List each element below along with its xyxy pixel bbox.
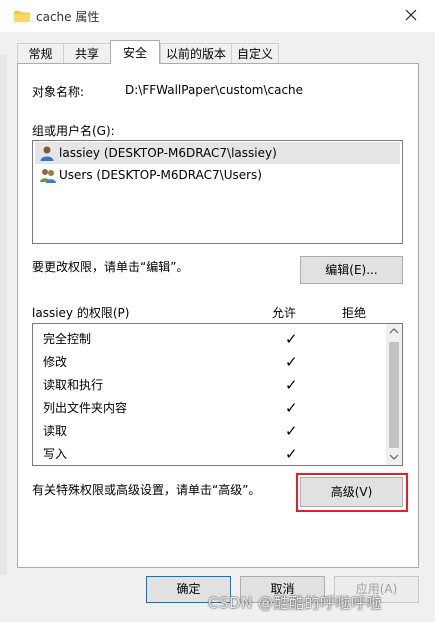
permission-name: 写入 bbox=[43, 447, 68, 461]
permission-row: 写入 ✓ bbox=[43, 443, 383, 465]
allow-check-icon: ✓ bbox=[285, 353, 298, 371]
advanced-hint: 有关特殊权限或高级设置，请单击“高级”。 bbox=[32, 483, 261, 497]
permission-name: 读取和执行 bbox=[43, 378, 104, 392]
user-icon bbox=[40, 146, 54, 161]
permission-row: 修改 ✓ bbox=[43, 351, 383, 373]
close-icon[interactable] bbox=[400, 4, 422, 26]
window-title: cache 属性 bbox=[36, 10, 100, 24]
edit-button[interactable]: 编辑(E)... bbox=[300, 256, 403, 284]
tab-general[interactable]: 常规 bbox=[17, 43, 64, 63]
tab-security[interactable]: 安全 bbox=[110, 40, 160, 64]
allow-check-icon: ✓ bbox=[285, 445, 298, 463]
user-name: Users (DESKTOP-M6DRAC7\Users) bbox=[59, 168, 262, 182]
allow-header: 允许 bbox=[272, 306, 297, 320]
watermark: CSDN @酷酷的呼啦呼啦 bbox=[208, 594, 383, 612]
edit-hint: 要更改权限，请单击“编辑”。 bbox=[32, 260, 189, 274]
list-item-user-lassiey[interactable]: lassiey (DESKTOP-M6DRAC7\lassiey) bbox=[35, 142, 400, 164]
folder-icon bbox=[14, 11, 30, 22]
deny-header: 拒绝 bbox=[342, 306, 367, 320]
permission-row: 读取和执行 ✓ bbox=[43, 374, 383, 396]
allow-check-icon: ✓ bbox=[285, 399, 298, 417]
background-window-edge bbox=[0, 55, 7, 575]
scroll-up-icon[interactable] bbox=[389, 327, 399, 335]
list-item-users-group[interactable]: Users (DESKTOP-M6DRAC7\Users) bbox=[35, 164, 400, 186]
permission-row: 完全控制 ✓ bbox=[43, 328, 383, 350]
permissions-label: lassiey 的权限(P) bbox=[32, 306, 130, 320]
tab-customize[interactable]: 自定义 bbox=[231, 43, 279, 63]
title-bar: cache 属性 bbox=[0, 0, 435, 32]
users-group-icon bbox=[40, 169, 56, 183]
scroll-thumb[interactable] bbox=[389, 342, 399, 448]
permissions-scrollbar[interactable] bbox=[386, 324, 402, 465]
scroll-down-icon[interactable] bbox=[389, 453, 399, 461]
permission-name: 修改 bbox=[43, 355, 68, 369]
permission-row: 读取 ✓ bbox=[43, 420, 383, 442]
allow-check-icon: ✓ bbox=[285, 376, 298, 394]
permission-name: 读取 bbox=[43, 424, 68, 438]
object-name-value: D:\FFWallPaper\custom\cache bbox=[125, 83, 304, 97]
permission-name: 完全控制 bbox=[43, 332, 92, 346]
user-name: lassiey (DESKTOP-M6DRAC7\lassiey) bbox=[59, 146, 277, 160]
tab-sharing[interactable]: 共享 bbox=[63, 43, 111, 63]
object-name-label: 对象名称: bbox=[32, 85, 85, 99]
allow-check-icon: ✓ bbox=[285, 422, 298, 440]
permissions-list: 完全控制 ✓ 修改 ✓ 读取和执行 ✓ 列出文件夹内容 ✓ 读取 ✓ 写入 ✓ bbox=[32, 323, 403, 466]
permission-row: 列出文件夹内容 ✓ bbox=[43, 397, 383, 419]
users-listbox[interactable]: lassiey (DESKTOP-M6DRAC7\lassiey) Users … bbox=[32, 140, 403, 244]
permission-name: 列出文件夹内容 bbox=[43, 401, 128, 415]
groups-label: 组或用户名(G): bbox=[32, 124, 115, 138]
advanced-button-highlight bbox=[296, 473, 408, 512]
allow-check-icon: ✓ bbox=[285, 330, 298, 348]
tab-previous-versions[interactable]: 以前的版本 bbox=[160, 43, 232, 63]
